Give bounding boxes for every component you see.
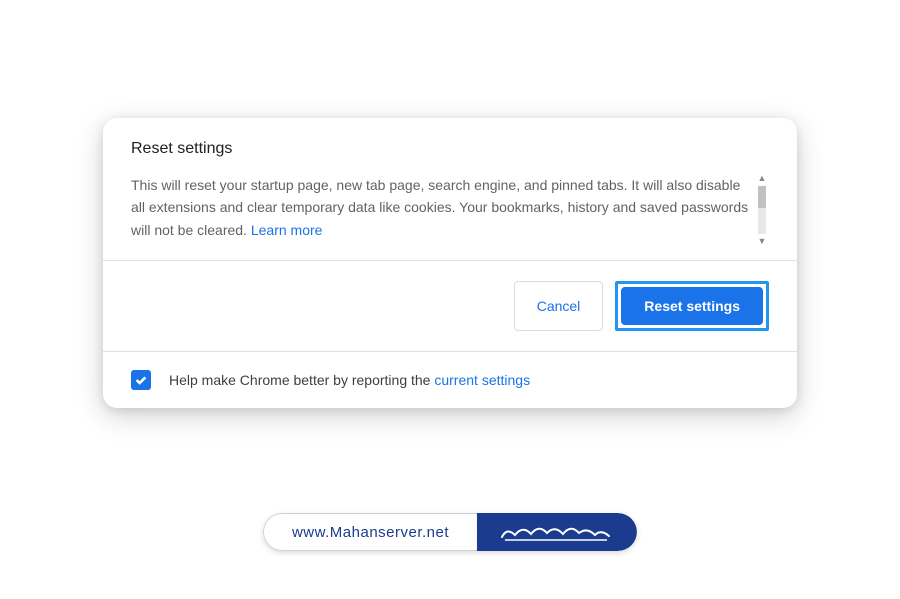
dialog-description-text: This will reset your startup page, new t…	[131, 177, 748, 238]
reset-settings-dialog: Reset settings This will reset your star…	[103, 118, 797, 408]
dialog-title: Reset settings	[131, 140, 769, 158]
scroll-up-arrow-icon[interactable]: ▲	[758, 174, 767, 183]
current-settings-link[interactable]: current settings	[434, 372, 530, 388]
mahanserver-logo-icon	[497, 519, 617, 545]
scrollbar[interactable]: ▲ ▼	[755, 174, 769, 246]
scroll-thumb[interactable]	[758, 186, 766, 208]
checkmark-icon	[134, 373, 148, 387]
watermark-logo	[477, 513, 637, 551]
checkbox-label: Help make Chrome better by reporting the…	[169, 372, 530, 388]
cancel-button[interactable]: Cancel	[514, 281, 604, 331]
checkbox-label-text: Help make Chrome better by reporting the	[169, 372, 434, 388]
watermark-badge: www.Mahanserver.net	[263, 513, 637, 551]
highlight-box: Reset settings	[615, 281, 769, 331]
dialog-body: Reset settings This will reset your star…	[103, 118, 797, 260]
dialog-description-wrap: This will reset your startup page, new t…	[131, 174, 769, 246]
reset-settings-button[interactable]: Reset settings	[621, 287, 763, 325]
dialog-description: This will reset your startup page, new t…	[131, 174, 749, 241]
scroll-down-arrow-icon[interactable]: ▼	[758, 237, 767, 246]
learn-more-link[interactable]: Learn more	[251, 222, 323, 238]
dialog-actions: Cancel Reset settings	[103, 260, 797, 351]
watermark-url: www.Mahanserver.net	[263, 513, 477, 551]
scroll-track[interactable]	[758, 186, 766, 234]
reporting-checkbox[interactable]	[131, 370, 151, 390]
dialog-footer: Help make Chrome better by reporting the…	[103, 351, 797, 408]
